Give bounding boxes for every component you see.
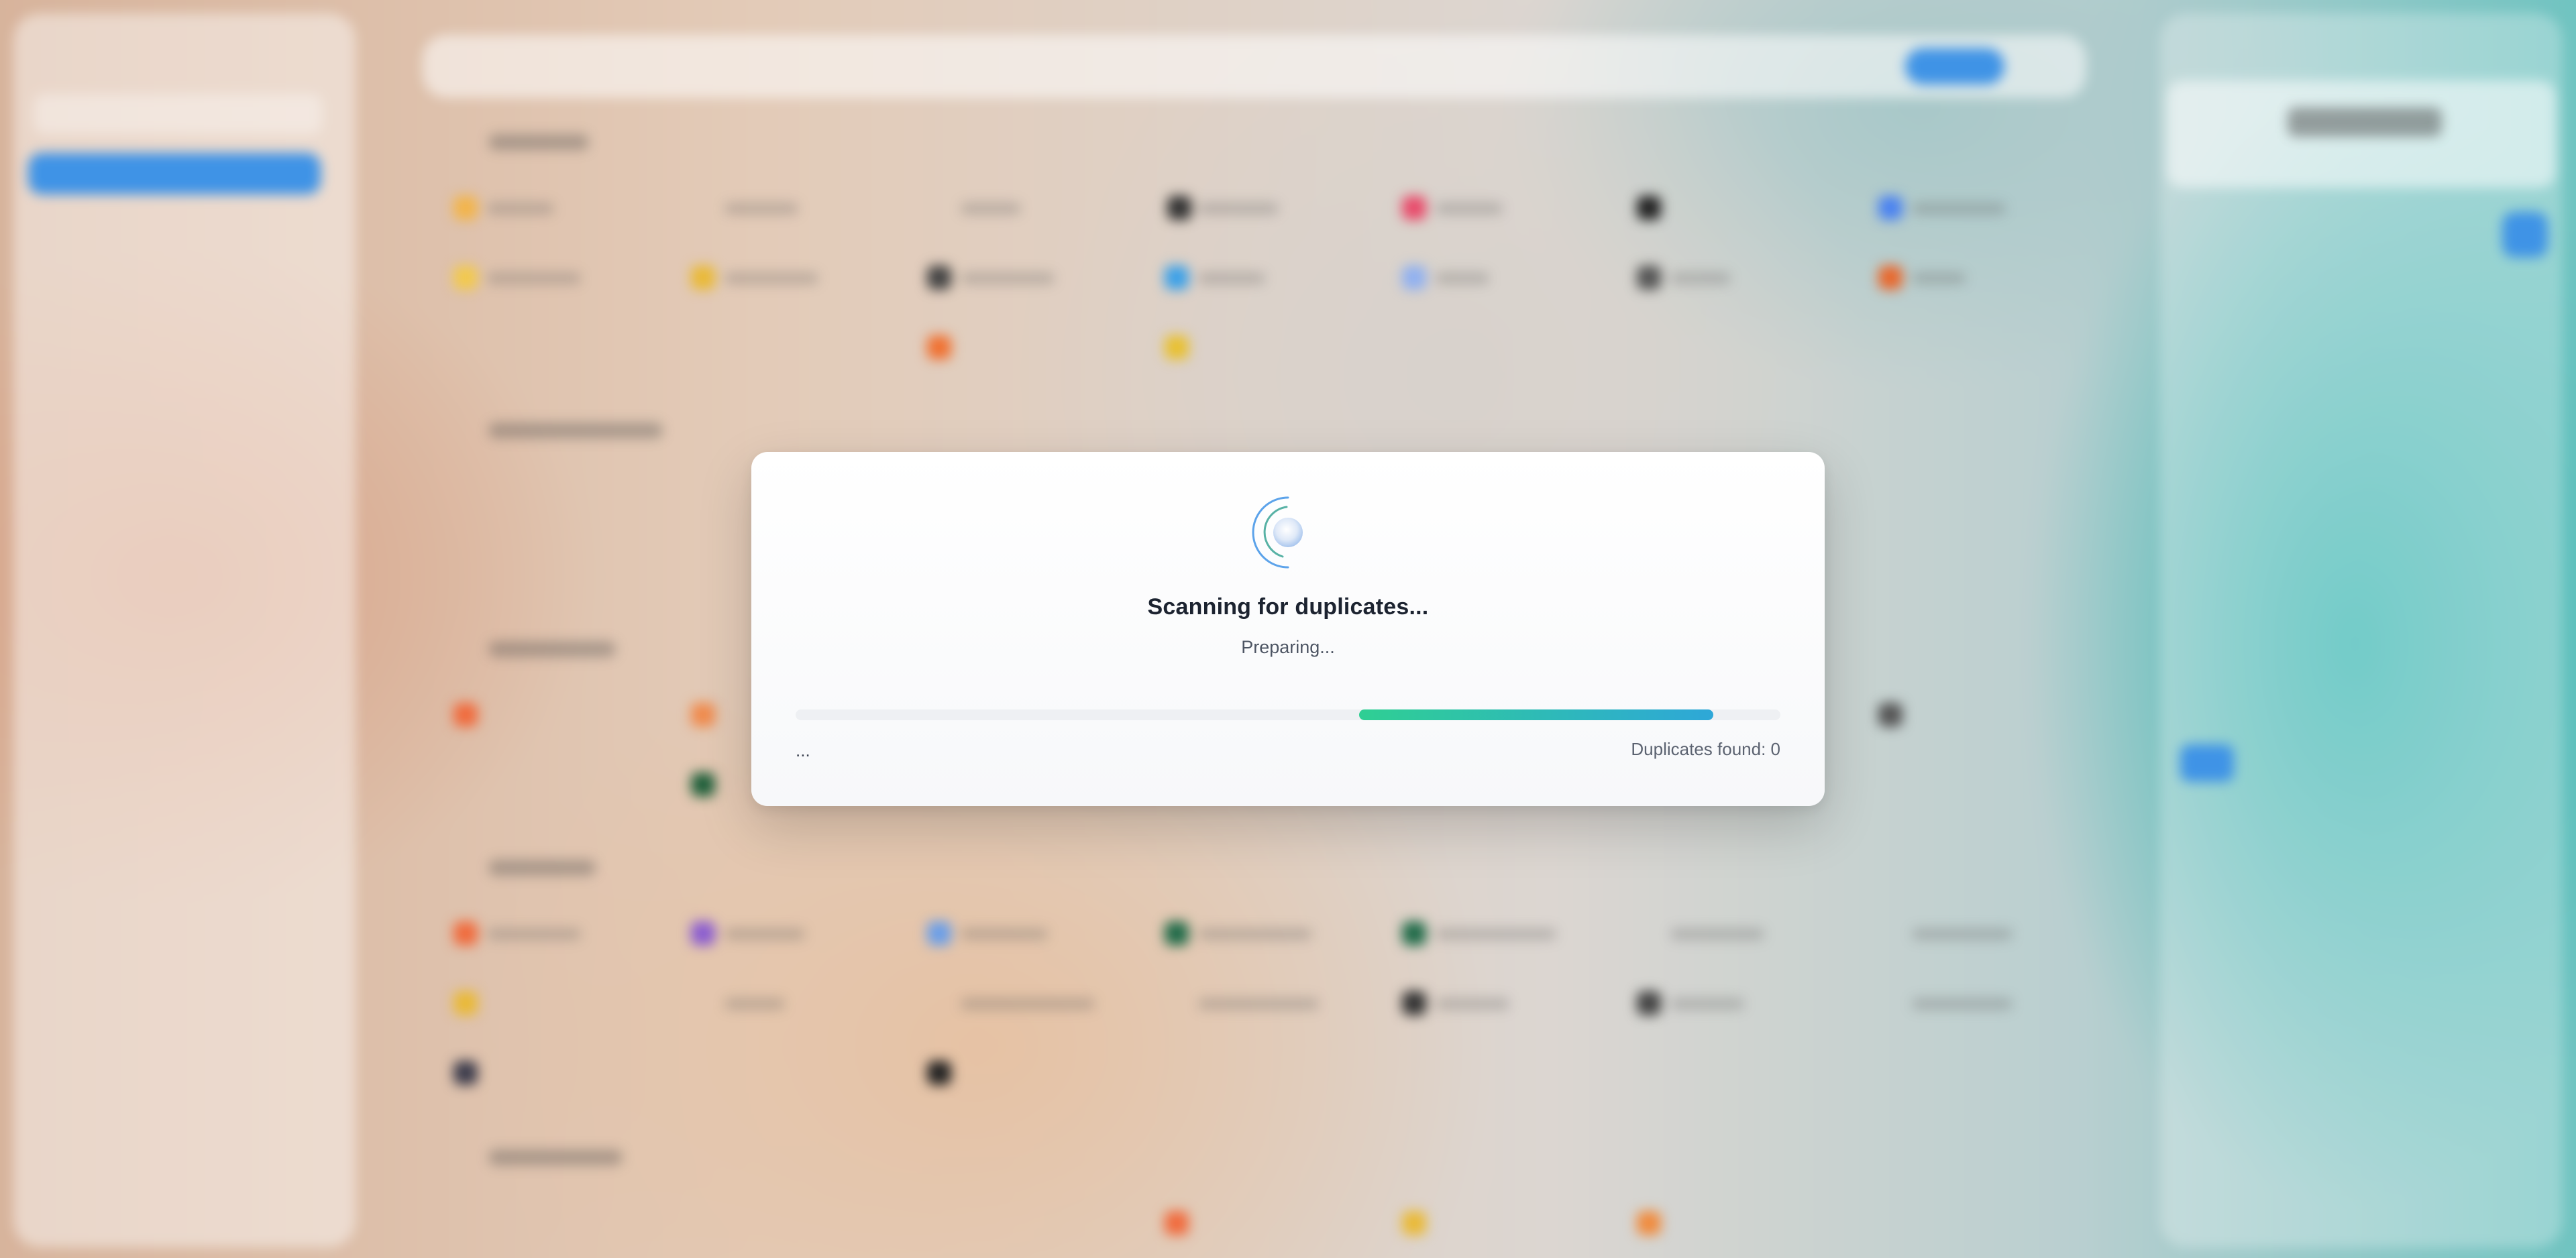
duplicates-count: Duplicates found: 0 [1631,739,1780,759]
widget-tab-button[interactable] [2180,744,2234,782]
tile-icon [691,921,715,946]
tile-icon [1165,335,1189,359]
tile-icon [1878,703,1902,727]
sidebar-filter-tabs [34,94,322,134]
sidebar-panel [13,13,356,1247]
section-heading [488,1149,623,1165]
tile-icon [927,266,951,290]
clock-readout [2288,107,2442,137]
tile-label [1436,928,1556,940]
tile-icon [1402,991,1426,1015]
tile-label [1436,203,1503,215]
tile-icon [691,266,715,290]
tile-icon [691,703,715,727]
tile-icon [1165,921,1189,946]
tile-label [961,998,1095,1010]
tile-label [961,272,1055,284]
right-widget-panel [2160,13,2563,1247]
dialog-title: Scanning for duplicates... [1147,594,1429,620]
tile-icon [453,703,478,727]
tile-icon [927,921,951,946]
tile-icon [1165,1211,1189,1235]
tile-label [1198,928,1312,940]
dialog-status-text: Preparing... [1241,637,1335,657]
progress-fill [1358,709,1714,720]
tile-icon [927,1061,951,1085]
tile-label [724,203,798,215]
duplicate-scan-dialog: Scanning for duplicates... Preparing... … [751,452,1825,806]
tile-label [487,203,554,215]
tile-label [1198,203,1279,215]
sidebar-item-active[interactable] [28,153,321,194]
tile-icon [927,335,951,359]
progress-current-item: ... [796,740,810,760]
tile-icon [1637,1211,1661,1235]
tile-label [487,272,581,284]
tile-label [1670,272,1731,284]
tile-icon [1167,196,1191,220]
tile-icon [453,991,478,1015]
tile-label [724,272,818,284]
tile-label [1912,998,2012,1010]
tile-icon [1637,266,1661,290]
top-toolbar [423,35,2086,98]
tile-icon [1637,196,1661,220]
tile-label [1912,928,2012,940]
tile-label [1436,998,1509,1010]
tile-label [724,928,805,940]
tile-icon [453,196,478,220]
tile-icon [453,921,478,946]
progress-track [796,709,1780,720]
tile-label [1670,998,1744,1010]
widget-action-button[interactable] [2502,212,2548,258]
tile-icon [1878,266,1902,290]
toolbar-primary-button[interactable] [1905,48,2004,84]
tile-icon [691,773,715,797]
section-heading [488,422,663,439]
tile-label [1436,272,1489,284]
spinner-icon [1252,496,1303,569]
section-heading [488,134,589,150]
tile-label [1670,928,1764,940]
tile-icon [1637,991,1661,1015]
tile-icon [1165,266,1189,290]
tile-icon [1402,266,1426,290]
tile-icon [453,1061,478,1085]
tile-icon [1402,196,1426,220]
tile-label [724,998,785,1010]
tile-icon [1878,196,1902,220]
tile-label [1198,998,1319,1010]
tile-label [1912,272,1966,284]
tile-icon [453,266,478,290]
tile-label [487,928,581,940]
tile-label [961,203,1021,215]
tile-icon [1402,1211,1426,1235]
section-heading [488,860,596,876]
tile-label [1912,203,2006,215]
tile-label [961,928,1048,940]
app-window: Scanning for duplicates... Preparing... … [0,0,2576,1258]
section-heading [488,641,616,657]
tile-icon [1402,921,1426,946]
tile-label [1198,272,1265,284]
